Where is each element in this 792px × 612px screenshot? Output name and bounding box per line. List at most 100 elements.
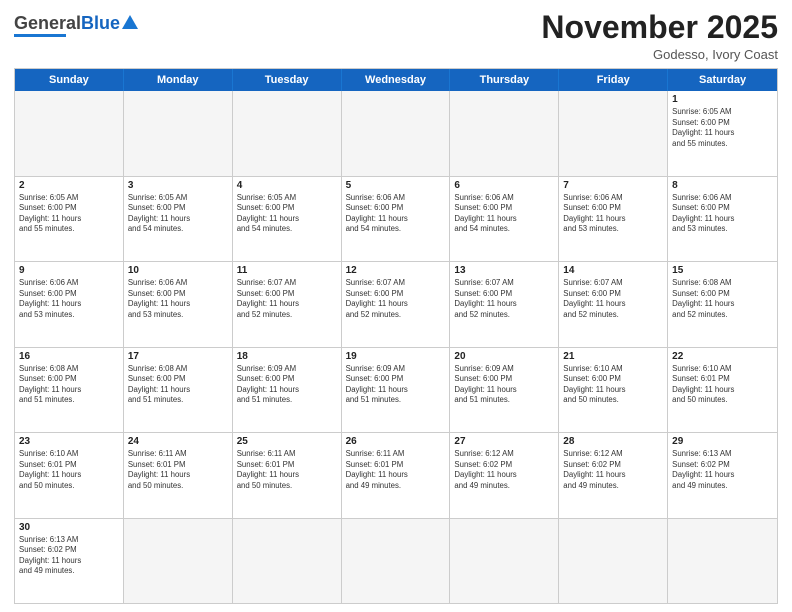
day-number: 7 — [563, 180, 663, 191]
day-cell-3: 3 Sunrise: 6:05 AM Sunset: 6:00 PM Daylig… — [124, 177, 233, 261]
day-info: Sunrise: 6:09 AM Sunset: 6:00 PM Dayligh… — [346, 364, 446, 406]
location-subtitle: Godesso, Ivory Coast — [541, 47, 778, 62]
day-cell-8: 8 Sunrise: 6:06 AM Sunset: 6:00 PM Daylig… — [668, 177, 777, 261]
day-number: 12 — [346, 265, 446, 276]
day-info: Sunrise: 6:06 AM Sunset: 6:00 PM Dayligh… — [672, 193, 773, 235]
logo-blue: Blue — [81, 14, 120, 32]
day-info: Sunrise: 6:06 AM Sunset: 6:00 PM Dayligh… — [346, 193, 446, 235]
day-info: Sunrise: 6:11 AM Sunset: 6:01 PM Dayligh… — [128, 449, 228, 491]
calendar-row: 23 Sunrise: 6:10 AM Sunset: 6:01 PM Dayli… — [15, 432, 777, 517]
day-cell-18: 18 Sunrise: 6:09 AM Sunset: 6:00 PM Dayli… — [233, 348, 342, 432]
empty-cell — [342, 519, 451, 603]
day-info: Sunrise: 6:07 AM Sunset: 6:00 PM Dayligh… — [563, 278, 663, 320]
day-number: 18 — [237, 351, 337, 362]
day-number: 29 — [672, 436, 773, 447]
day-cell-15: 15 Sunrise: 6:08 AM Sunset: 6:00 PM Dayli… — [668, 262, 777, 346]
day-info: Sunrise: 6:05 AM Sunset: 6:00 PM Dayligh… — [237, 193, 337, 235]
day-cell-7: 7Sunrise: 6:06 AM Sunset: 6:00 PM Daylig… — [559, 177, 668, 261]
day-info: Sunrise: 6:05 AM Sunset: 6:00 PM Dayligh… — [19, 193, 119, 235]
header: General Blue November 2025 Godesso, Ivor… — [14, 10, 778, 62]
day-info: Sunrise: 6:09 AM Sunset: 6:00 PM Dayligh… — [237, 364, 337, 406]
weekday-header-monday: Monday — [124, 69, 233, 91]
day-number: 27 — [454, 436, 554, 447]
day-info: Sunrise: 6:13 AM Sunset: 6:02 PM Dayligh… — [672, 449, 773, 491]
logo-line — [14, 34, 66, 37]
weekday-header-thursday: Thursday — [450, 69, 559, 91]
empty-cell — [559, 91, 668, 175]
day-cell-25: 25Sunrise: 6:11 AM Sunset: 6:01 PM Dayli… — [233, 433, 342, 517]
day-number: 14 — [563, 265, 663, 276]
day-number: 15 — [672, 265, 773, 276]
day-number: 8 — [672, 180, 773, 191]
logo-text: General Blue — [14, 14, 138, 32]
day-cell-10: 10 Sunrise: 6:06 AM Sunset: 6:00 PM Dayli… — [124, 262, 233, 346]
weekday-header-friday: Friday — [559, 69, 668, 91]
day-number: 6 — [454, 180, 554, 191]
day-cell-19: 19 Sunrise: 6:09 AM Sunset: 6:00 PM Dayli… — [342, 348, 451, 432]
day-cell-28: 28 Sunrise: 6:12 AM Sunset: 6:02 PM Dayli… — [559, 433, 668, 517]
day-number: 3 — [128, 180, 228, 191]
day-info: Sunrise: 6:09 AM Sunset: 6:00 PM Dayligh… — [454, 364, 554, 406]
day-info: Sunrise: 6:07 AM Sunset: 6:00 PM Dayligh… — [237, 278, 337, 320]
day-number: 16 — [19, 351, 119, 362]
empty-cell — [233, 519, 342, 603]
day-number: 23 — [19, 436, 119, 447]
day-number: 11 — [237, 265, 337, 276]
day-cell-12: 12 Sunrise: 6:07 AM Sunset: 6:00 PM Dayli… — [342, 262, 451, 346]
day-cell-24: 24Sunrise: 6:11 AM Sunset: 6:01 PM Dayli… — [124, 433, 233, 517]
logo: General Blue — [14, 10, 138, 37]
day-number: 4 — [237, 180, 337, 191]
day-cell-16: 16 Sunrise: 6:08 AM Sunset: 6:00 PM Dayli… — [15, 348, 124, 432]
day-cell-29: 29 Sunrise: 6:13 AM Sunset: 6:02 PM Dayli… — [668, 433, 777, 517]
day-info: Sunrise: 6:06 AM Sunset: 6:00 PM Dayligh… — [454, 193, 554, 235]
day-number: 30 — [19, 522, 119, 533]
day-cell-11: 11 Sunrise: 6:07 AM Sunset: 6:00 PM Dayli… — [233, 262, 342, 346]
day-number: 10 — [128, 265, 228, 276]
day-info: Sunrise: 6:10 AM Sunset: 6:01 PM Dayligh… — [19, 449, 119, 491]
day-number: 21 — [563, 351, 663, 362]
day-info: Sunrise: 6:07 AM Sunset: 6:00 PM Dayligh… — [346, 278, 446, 320]
empty-cell — [450, 91, 559, 175]
day-info: Sunrise: 6:07 AM Sunset: 6:00 PM Dayligh… — [454, 278, 554, 320]
day-info: Sunrise: 6:05 AM Sunset: 6:00 PM Dayligh… — [672, 107, 773, 149]
calendar-header: SundayMondayTuesdayWednesdayThursdayFrid… — [15, 69, 777, 91]
day-cell-5: 5Sunrise: 6:06 AM Sunset: 6:00 PM Daylig… — [342, 177, 451, 261]
day-cell-9: 9Sunrise: 6:06 AM Sunset: 6:00 PM Daylig… — [15, 262, 124, 346]
calendar: SundayMondayTuesdayWednesdayThursdayFrid… — [14, 68, 778, 604]
day-number: 13 — [454, 265, 554, 276]
day-number: 1 — [672, 94, 773, 105]
page: General Blue November 2025 Godesso, Ivor… — [0, 0, 792, 612]
day-info: Sunrise: 6:11 AM Sunset: 6:01 PM Dayligh… — [237, 449, 337, 491]
day-info: Sunrise: 6:06 AM Sunset: 6:00 PM Dayligh… — [128, 278, 228, 320]
day-cell-1: 1 Sunrise: 6:05 AM Sunset: 6:00 PM Daylig… — [668, 91, 777, 175]
day-info: Sunrise: 6:12 AM Sunset: 6:02 PM Dayligh… — [563, 449, 663, 491]
empty-cell — [668, 519, 777, 603]
empty-cell — [124, 519, 233, 603]
day-info: Sunrise: 6:08 AM Sunset: 6:00 PM Dayligh… — [19, 364, 119, 406]
day-number: 17 — [128, 351, 228, 362]
empty-cell — [342, 91, 451, 175]
day-info: Sunrise: 6:10 AM Sunset: 6:01 PM Dayligh… — [672, 364, 773, 406]
day-cell-14: 14 Sunrise: 6:07 AM Sunset: 6:00 PM Dayli… — [559, 262, 668, 346]
day-number: 28 — [563, 436, 663, 447]
weekday-header-tuesday: Tuesday — [233, 69, 342, 91]
day-number: 22 — [672, 351, 773, 362]
logo-triangle-icon — [122, 15, 138, 29]
calendar-body: 1 Sunrise: 6:05 AM Sunset: 6:00 PM Daylig… — [15, 91, 777, 603]
day-cell-20: 20Sunrise: 6:09 AM Sunset: 6:00 PM Dayli… — [450, 348, 559, 432]
calendar-row: 1 Sunrise: 6:05 AM Sunset: 6:00 PM Daylig… — [15, 91, 777, 175]
day-info: Sunrise: 6:08 AM Sunset: 6:00 PM Dayligh… — [128, 364, 228, 406]
day-number: 19 — [346, 351, 446, 362]
day-cell-2: 2Sunrise: 6:05 AM Sunset: 6:00 PM Daylig… — [15, 177, 124, 261]
day-info: Sunrise: 6:12 AM Sunset: 6:02 PM Dayligh… — [454, 449, 554, 491]
day-number: 26 — [346, 436, 446, 447]
day-info: Sunrise: 6:06 AM Sunset: 6:00 PM Dayligh… — [19, 278, 119, 320]
day-info: Sunrise: 6:05 AM Sunset: 6:00 PM Dayligh… — [128, 193, 228, 235]
day-cell-21: 21 Sunrise: 6:10 AM Sunset: 6:00 PM Dayli… — [559, 348, 668, 432]
day-info: Sunrise: 6:10 AM Sunset: 6:00 PM Dayligh… — [563, 364, 663, 406]
day-info: Sunrise: 6:08 AM Sunset: 6:00 PM Dayligh… — [672, 278, 773, 320]
day-cell-23: 23 Sunrise: 6:10 AM Sunset: 6:01 PM Dayli… — [15, 433, 124, 517]
day-cell-26: 26Sunrise: 6:11 AM Sunset: 6:01 PM Dayli… — [342, 433, 451, 517]
calendar-row: 2Sunrise: 6:05 AM Sunset: 6:00 PM Daylig… — [15, 176, 777, 261]
day-cell-6: 6 Sunrise: 6:06 AM Sunset: 6:00 PM Daylig… — [450, 177, 559, 261]
